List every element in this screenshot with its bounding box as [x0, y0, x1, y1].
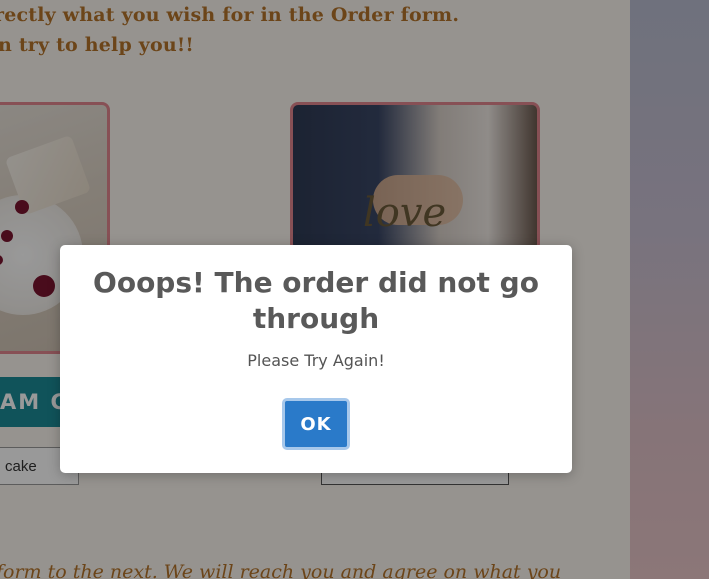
dialog-title: Ooops! The order did not go through	[93, 266, 539, 335]
error-dialog: Ooops! The order did not go through Plea…	[60, 245, 572, 473]
dialog-message: Please Try Again!	[247, 351, 385, 370]
ok-button[interactable]: OK	[282, 398, 350, 450]
